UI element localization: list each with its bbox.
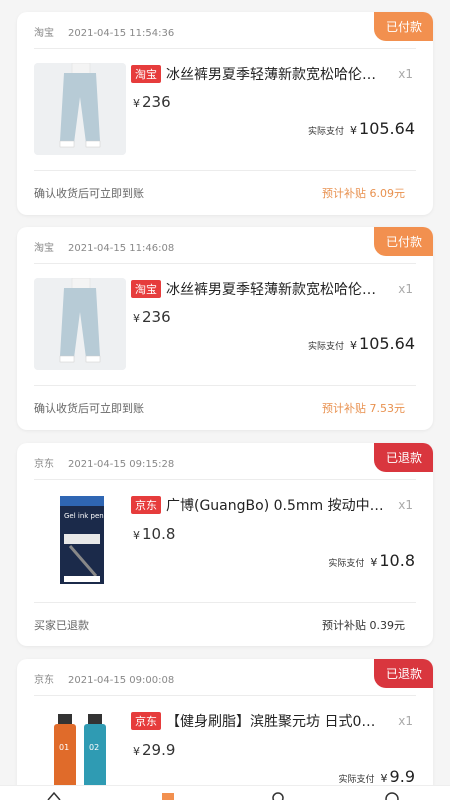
paid-label: 实际支付 [338, 775, 375, 785]
platform-label: 淘宝 [34, 243, 54, 254]
product-title-row[interactable]: 淘宝 冰丝裤男夏季轻薄新款宽松哈伦小脚休闲裤 x1 [131, 64, 413, 84]
order-header: 京东 2021-04-15 09:00:08 [34, 671, 174, 686]
paid-value: 105.64 [359, 334, 415, 353]
package-text: Gel ink pen [64, 512, 104, 520]
product-title: 广博(GuangBo) 0.5mm 按动中性笔 [166, 498, 387, 514]
product-title-row[interactable]: 淘宝 冰丝裤男夏季轻薄新款宽松哈伦小脚休闲裤 x1 [131, 279, 413, 299]
order-datetime: 2021-04-15 11:46:08 [68, 243, 175, 254]
estimated-subsidy: 预计补贴 6.09元 [322, 187, 405, 200]
shop-tag: 京东 [131, 496, 161, 514]
home-icon[interactable] [46, 790, 62, 800]
actual-paid: 实际支付 ¥9.9 [339, 767, 415, 786]
platform-label: 淘宝 [34, 28, 54, 39]
product-title: 冰丝裤男夏季轻薄新款宽松哈伦小脚休闲裤 [166, 282, 386, 298]
quantity: x1 [398, 282, 413, 296]
shop-tag: 淘宝 [131, 280, 161, 298]
currency-symbol: ¥ [133, 529, 140, 542]
price-value: 236 [142, 308, 171, 326]
paid-value: 9.9 [389, 767, 415, 786]
product-title-row[interactable]: 京东 广博(GuangBo) 0.5mm 按动中性笔 x1 [131, 495, 413, 515]
price-value: 10.8 [142, 525, 176, 543]
order-header: 京东 2021-04-15 09:15:28 [34, 455, 174, 470]
pen-package-image: Gel ink pen [60, 496, 104, 584]
status-badge: 已退款 [373, 443, 433, 472]
status-badge: 已退款 [373, 659, 433, 688]
product-image[interactable] [34, 63, 126, 155]
divider [34, 170, 416, 171]
footer-status: 确认收货后可立即到账 [34, 187, 144, 200]
bottom-tab-bar [0, 785, 450, 800]
paid-label: 实际支付 [308, 342, 345, 352]
actual-paid: 实际支付 ¥105.64 [308, 119, 415, 138]
paid-value: 105.64 [359, 119, 415, 138]
platform-label: 京东 [34, 459, 54, 470]
footer-status: 确认收货后可立即到账 [34, 402, 144, 415]
currency-symbol: ¥ [133, 97, 140, 110]
platform-label: 京东 [34, 675, 54, 686]
currency-symbol: ¥ [350, 124, 358, 137]
order-datetime: 2021-04-15 11:54:36 [68, 28, 175, 39]
divider [34, 263, 416, 264]
paid-label: 实际支付 [308, 127, 345, 137]
paid-label: 实际支付 [328, 559, 365, 569]
product-title: 冰丝裤男夏季轻薄新款宽松哈伦小脚休闲裤 [166, 67, 386, 83]
status-badge: 已付款 [373, 12, 433, 41]
order-header: 淘宝 2021-04-15 11:46:08 [34, 239, 174, 254]
estimated-subsidy: 预计补贴 0.39元 [322, 619, 405, 632]
orders-icon[interactable] [160, 790, 176, 800]
actual-paid: 实际支付 ¥105.64 [308, 334, 415, 353]
actual-paid: 实际支付 ¥10.8 [328, 551, 415, 570]
shop-tag: 京东 [131, 712, 161, 730]
order-datetime: 2021-04-15 09:15:28 [68, 459, 175, 470]
profile-icon[interactable] [384, 790, 400, 800]
product-image[interactable]: Gel ink pen [34, 494, 126, 586]
paid-value: 10.8 [379, 551, 415, 570]
bottle-label: 01 [59, 743, 69, 752]
pants-image [34, 278, 126, 370]
divider [34, 695, 416, 696]
currency-symbol: ¥ [380, 772, 388, 785]
price-value: 29.9 [142, 741, 176, 759]
order-header: 淘宝 2021-04-15 11:54:36 [34, 24, 174, 39]
currency-symbol: ¥ [350, 339, 358, 352]
divider [34, 48, 416, 49]
product-title: 【健身刷脂】滨胜聚元坊 日式0脂肪饮品 [166, 714, 386, 730]
currency-symbol: ¥ [133, 312, 140, 325]
order-card[interactable]: 淘宝 2021-04-15 11:46:08 已付款 淘宝 冰丝裤男夏季轻薄新款宽… [17, 227, 433, 430]
footer-status: 买家已退款 [34, 619, 89, 632]
order-datetime: 2021-04-15 09:00:08 [68, 675, 175, 686]
pants-image [34, 63, 126, 155]
estimated-subsidy: 预计补贴 7.53元 [322, 402, 405, 415]
currency-symbol: ¥ [370, 556, 378, 569]
currency-symbol: ¥ [133, 745, 140, 758]
product-price: ¥29.9 [133, 741, 175, 759]
price-value: 236 [142, 93, 171, 111]
quantity: x1 [398, 498, 413, 512]
product-price: ¥236 [133, 308, 171, 326]
divider [34, 602, 416, 603]
divider [34, 479, 416, 480]
search-icon[interactable] [270, 790, 286, 800]
product-image[interactable] [34, 278, 126, 370]
quantity: x1 [398, 714, 413, 728]
order-card[interactable]: 京东 2021-04-15 09:00:08 已退款 01 02 京东 【健身刷脂… [17, 659, 433, 800]
product-price: ¥236 [133, 93, 171, 111]
product-title-row[interactable]: 京东 【健身刷脂】滨胜聚元坊 日式0脂肪饮品 x1 [131, 711, 413, 731]
product-price: ¥10.8 [133, 525, 175, 543]
shop-tag: 淘宝 [131, 65, 161, 83]
quantity: x1 [398, 67, 413, 81]
order-card[interactable]: 京东 2021-04-15 09:15:28 已退款 Gel ink pen 京东… [17, 443, 433, 646]
status-badge: 已付款 [373, 227, 433, 256]
order-card[interactable]: 淘宝 2021-04-15 11:54:36 已付款 淘宝 冰丝裤男夏季轻薄新款宽… [17, 12, 433, 215]
bottle-label: 02 [89, 743, 99, 752]
divider [34, 385, 416, 386]
